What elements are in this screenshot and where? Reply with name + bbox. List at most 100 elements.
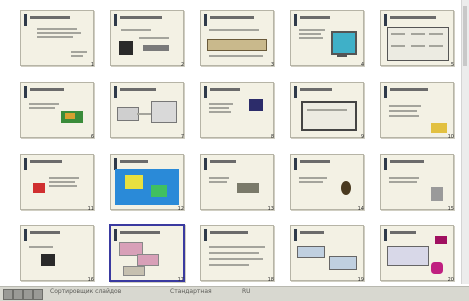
slide-title-placeholder — [390, 88, 428, 91]
status-design-text: Стандартная — [170, 288, 212, 295]
slide-thumbnail[interactable]: 13 — [200, 154, 276, 212]
slide-thumbnail[interactable]: 17 — [109, 224, 186, 283]
slide-preview[interactable] — [200, 154, 274, 210]
slide-accent-bar — [384, 14, 387, 26]
book-picture — [65, 113, 75, 119]
colorful-picture-part — [151, 185, 167, 197]
slide-thumbnail[interactable]: 1 — [20, 10, 96, 68]
slide-thumbnail[interactable]: 3 — [200, 10, 276, 68]
stand-picture — [337, 53, 347, 57]
slide-number: 12 — [177, 206, 184, 212]
slide-preview[interactable] — [20, 225, 94, 281]
slide-preview[interactable] — [109, 224, 185, 282]
slide-preview[interactable] — [200, 82, 274, 138]
slide-thumbnail[interactable]: 9 — [290, 82, 366, 140]
slide-preview[interactable] — [290, 82, 364, 138]
slide-preview[interactable] — [380, 154, 454, 210]
table-picture — [329, 256, 357, 270]
slide-accent-bar — [114, 86, 117, 98]
slide-number: 6 — [90, 134, 94, 140]
slide-preview[interactable] — [20, 154, 94, 210]
slide-title-placeholder — [300, 160, 330, 163]
slide-title-placeholder — [30, 16, 70, 19]
flow-picture — [123, 266, 145, 276]
slide-preview[interactable] — [290, 10, 364, 66]
vertical-scrollbar[interactable] — [461, 0, 469, 284]
slide-thumbnail[interactable]: 14 — [290, 154, 366, 212]
slide-number: 9 — [360, 134, 364, 140]
slide-title-placeholder — [120, 16, 162, 19]
slide-number: 2 — [180, 62, 184, 68]
outline-view-button[interactable] — [13, 289, 23, 300]
slide-accent-bar — [24, 14, 27, 26]
slide-preview[interactable] — [380, 82, 454, 138]
slide-title-placeholder — [30, 231, 60, 234]
slide-thumbnail[interactable]: 11 — [20, 154, 96, 212]
status-language-text: RU — [242, 288, 251, 295]
slide-preview[interactable] — [110, 10, 184, 66]
slide-preview[interactable] — [380, 10, 454, 66]
slide-preview[interactable] — [110, 82, 184, 138]
slide-thumbnail[interactable]: 8 — [200, 82, 276, 140]
slide-preview[interactable] — [200, 10, 274, 66]
slide-number: 4 — [360, 62, 364, 68]
slide-accent-bar — [384, 86, 387, 98]
slide-sorter-view-button[interactable] — [23, 289, 33, 300]
slide-thumbnail[interactable]: 7 — [110, 82, 186, 140]
slide-accent-bar — [384, 229, 387, 241]
slide-title-placeholder — [120, 88, 156, 91]
slide-thumbnail[interactable]: 10 — [380, 82, 456, 140]
slide-thumbnail[interactable]: 5 — [380, 10, 456, 68]
slide-preview[interactable] — [20, 10, 94, 66]
monitor-picture — [331, 31, 357, 55]
slide-thumbnail[interactable]: 19 — [290, 225, 366, 283]
slide-number: 3 — [270, 62, 274, 68]
slide-title-placeholder — [120, 160, 148, 163]
slide-thumbnail[interactable]: 4 — [290, 10, 366, 68]
slide-thumbnail[interactable]: 18 — [200, 225, 276, 283]
status-bar: Сортировщик слайдов Стандартная RU — [0, 286, 469, 301]
slide-title-placeholder — [390, 16, 436, 19]
slide-accent-bar — [384, 158, 387, 170]
figure-picture — [431, 187, 443, 201]
slide-thumbnail[interactable]: 15 — [380, 154, 456, 212]
normal-view-button[interactable] — [3, 289, 13, 300]
slide-thumbnail[interactable]: 16 — [20, 225, 96, 283]
slide-preview[interactable] — [20, 82, 94, 138]
slide-number: 10 — [447, 134, 454, 140]
monitor-picture — [249, 99, 263, 111]
slide-thumbnail[interactable]: 2 — [110, 10, 186, 68]
slide-thumbnail[interactable]: 20 — [380, 225, 456, 283]
slide-title-placeholder — [30, 160, 62, 163]
slide-thumbnail[interactable]: 12 — [110, 154, 186, 212]
slide-title-placeholder — [210, 16, 254, 19]
slide-preview[interactable] — [110, 154, 184, 210]
slide-title-placeholder — [390, 160, 424, 163]
slide-preview[interactable] — [380, 225, 454, 281]
slide-number: 7 — [180, 134, 184, 140]
slide-accent-bar — [294, 86, 297, 98]
slide-number: 5 — [450, 62, 454, 68]
table-picture — [297, 246, 325, 258]
slide-thumbnail[interactable]: 6 — [20, 82, 96, 140]
slide-accent-bar — [204, 229, 207, 241]
scrollbar-thumb[interactable] — [463, 6, 467, 66]
slide-title-placeholder — [210, 160, 236, 163]
slide-title-placeholder — [390, 231, 416, 234]
slide-accent-bar — [24, 229, 27, 241]
network-picture — [207, 39, 267, 51]
slide-number: 13 — [267, 206, 274, 212]
slide-preview[interactable] — [290, 154, 364, 210]
slide-number: 11 — [87, 206, 94, 212]
device-picture — [117, 107, 139, 121]
slide-title-placeholder — [30, 88, 64, 91]
slideshow-button[interactable] — [33, 289, 43, 300]
slide-accent-bar — [24, 158, 27, 170]
slide-number: 17 — [177, 277, 184, 283]
slide-number: 8 — [270, 134, 274, 140]
flow-picture — [137, 254, 159, 266]
slide-preview[interactable] — [200, 225, 274, 281]
slide-preview[interactable] — [290, 225, 364, 281]
tools-picture — [237, 183, 259, 193]
monitor-picture — [119, 41, 133, 55]
